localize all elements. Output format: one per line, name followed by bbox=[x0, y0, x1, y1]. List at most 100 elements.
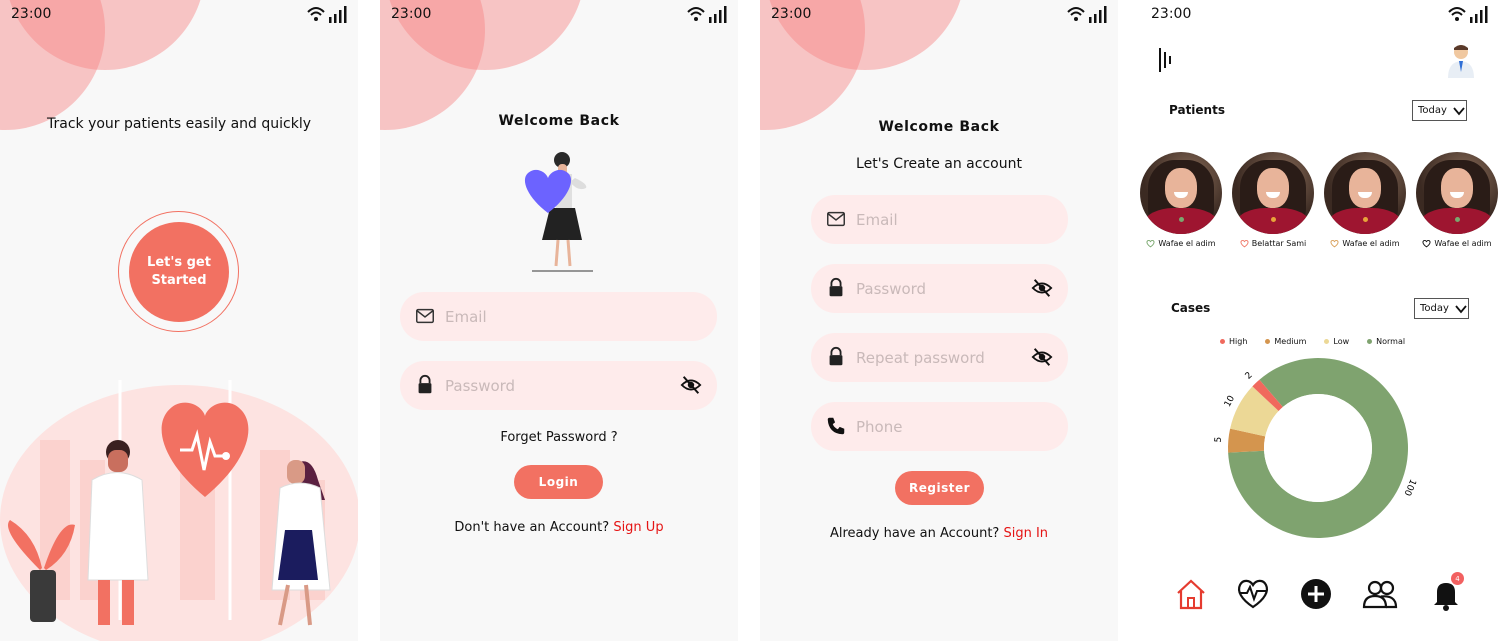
signin-link[interactable]: Sign In bbox=[1003, 526, 1048, 541]
legend-swatch bbox=[1265, 339, 1271, 344]
home-icon[interactable] bbox=[1173, 576, 1209, 612]
status-time: 23:00 bbox=[391, 6, 432, 22]
patient-avatar bbox=[1416, 152, 1498, 234]
chevron-down-icon bbox=[1453, 106, 1465, 115]
patient-card[interactable]: Wafae el adim bbox=[1139, 152, 1223, 248]
get-started-button[interactable]: Let's get Started bbox=[129, 222, 229, 322]
lock-icon bbox=[829, 277, 843, 297]
doctor-avatar-icon[interactable] bbox=[1444, 42, 1478, 78]
signin-prompt: Already have an Account? Sign In bbox=[760, 526, 1118, 541]
login-title: Welcome Back bbox=[498, 113, 620, 129]
donut-data-label: 5 bbox=[1214, 436, 1224, 443]
donut-data-label: 100 bbox=[1401, 477, 1417, 497]
chevron-down-icon bbox=[1455, 304, 1467, 313]
mail-icon bbox=[827, 211, 845, 227]
login-password-input[interactable] bbox=[445, 361, 635, 410]
patients-filter-dropdown[interactable]: Today bbox=[1412, 100, 1467, 121]
login-email-field[interactable] bbox=[400, 292, 717, 341]
users-icon[interactable] bbox=[1362, 576, 1398, 612]
patients-title: Patients bbox=[1169, 103, 1225, 117]
patient-status-dot bbox=[1455, 217, 1460, 222]
heart-icon bbox=[1330, 239, 1339, 248]
phone-icon bbox=[827, 417, 845, 435]
register-repeat-password-input[interactable] bbox=[856, 333, 1046, 382]
register-email-field[interactable] bbox=[811, 195, 1068, 244]
patient-status-dot bbox=[1179, 217, 1184, 222]
forgot-password-link[interactable]: Forget Password ? bbox=[380, 430, 738, 445]
eye-off-icon[interactable] bbox=[1030, 346, 1054, 368]
patient-card[interactable]: Wafae el adim bbox=[1415, 152, 1499, 248]
legend-swatch bbox=[1324, 339, 1330, 344]
no-account-text: Don't have an Account? bbox=[454, 520, 614, 535]
heartbeat-icon[interactable] bbox=[1235, 576, 1271, 612]
heart-icon bbox=[1146, 239, 1155, 248]
cases-donut-chart: 100 5 10 2 bbox=[1214, 358, 1417, 538]
patients-filter-value: Today bbox=[1418, 105, 1447, 116]
legend-label: Low bbox=[1333, 337, 1350, 346]
donut-data-label: 2 bbox=[1244, 370, 1255, 381]
lock-icon bbox=[829, 346, 843, 366]
register-button[interactable]: Register bbox=[895, 471, 984, 505]
login-password-field[interactable] bbox=[400, 361, 717, 410]
register-screen: 23:00 Welcome Back Let's Create an accou… bbox=[760, 0, 1118, 641]
lock-icon bbox=[418, 374, 432, 394]
patient-name: Wafae el adim bbox=[1342, 239, 1400, 248]
heart-woman-illustration bbox=[524, 152, 593, 272]
patient-name: Wafae el adim bbox=[1434, 239, 1492, 248]
onboarding-screen: 23:00 Track your patients easily and qui… bbox=[0, 0, 358, 641]
legend-item: Medium bbox=[1265, 337, 1306, 346]
register-subtitle: Let's Create an account bbox=[856, 156, 1022, 172]
bottom-navigation: 4 bbox=[1120, 572, 1499, 616]
heart-icon bbox=[1240, 239, 1249, 248]
register-phone-input[interactable] bbox=[856, 402, 1046, 451]
signal-wifi-icon bbox=[1448, 6, 1488, 23]
legend-label: High bbox=[1229, 337, 1248, 346]
dashboard-screen: 23:00 Patients Today Wafae el adim Belat… bbox=[1120, 0, 1499, 641]
onboarding-tagline: Track your patients easily and quickly bbox=[47, 116, 311, 132]
eye-off-icon[interactable] bbox=[679, 374, 703, 396]
patient-card[interactable]: Belattar Sami bbox=[1231, 152, 1315, 248]
login-screen: 23:00 Welcome Back Forget Password ? Log… bbox=[380, 0, 738, 641]
register-title: Welcome Back bbox=[878, 119, 1000, 135]
legend-item: Normal bbox=[1367, 337, 1405, 346]
cases-title: Cases bbox=[1171, 301, 1211, 315]
register-phone-field[interactable] bbox=[811, 402, 1068, 451]
legend-item: High bbox=[1220, 337, 1247, 346]
chart-legend: High Medium Low Normal bbox=[1220, 337, 1405, 346]
eye-off-icon[interactable] bbox=[1030, 277, 1054, 299]
login-button[interactable]: Login bbox=[514, 465, 603, 499]
signal-wifi-icon bbox=[1067, 6, 1107, 23]
status-time: 23:00 bbox=[11, 6, 52, 22]
register-password-field[interactable] bbox=[811, 264, 1068, 313]
register-repeat-password-field[interactable] bbox=[811, 333, 1068, 382]
login-email-input[interactable] bbox=[445, 292, 635, 341]
patient-avatar bbox=[1232, 152, 1314, 234]
register-email-input[interactable] bbox=[856, 195, 1046, 244]
register-password-input[interactable] bbox=[856, 264, 1046, 313]
menu-icon[interactable] bbox=[1158, 46, 1172, 74]
patient-avatar bbox=[1140, 152, 1222, 234]
signal-wifi-icon bbox=[687, 6, 727, 23]
notification-button[interactable]: 4 bbox=[1428, 572, 1464, 612]
doctors-illustration bbox=[0, 380, 358, 641]
patient-name: Wafae el adim bbox=[1158, 239, 1216, 248]
cases-filter-dropdown[interactable]: Today bbox=[1414, 298, 1469, 319]
donut-data-label: 10 bbox=[1223, 394, 1237, 409]
patient-name: Belattar Sami bbox=[1251, 239, 1307, 248]
patient-card[interactable]: Wafae el adim bbox=[1323, 152, 1407, 248]
heart-icon bbox=[1422, 239, 1431, 248]
have-account-text: Already have an Account? bbox=[829, 526, 1004, 541]
notification-badge: 4 bbox=[1451, 572, 1464, 585]
status-time: 23:00 bbox=[1151, 6, 1192, 22]
legend-swatch bbox=[1367, 339, 1373, 344]
signup-prompt: Don't have an Account? Sign Up bbox=[380, 520, 738, 535]
legend-label: Medium bbox=[1274, 337, 1307, 346]
donut-hole bbox=[1264, 394, 1372, 502]
patient-status-dot bbox=[1271, 217, 1276, 222]
legend-label: Normal bbox=[1376, 337, 1406, 346]
patient-status-dot bbox=[1363, 217, 1368, 222]
add-icon[interactable] bbox=[1298, 576, 1334, 612]
signup-link[interactable]: Sign Up bbox=[613, 520, 663, 535]
legend-item: Low bbox=[1324, 337, 1349, 346]
legend-swatch bbox=[1220, 339, 1225, 344]
